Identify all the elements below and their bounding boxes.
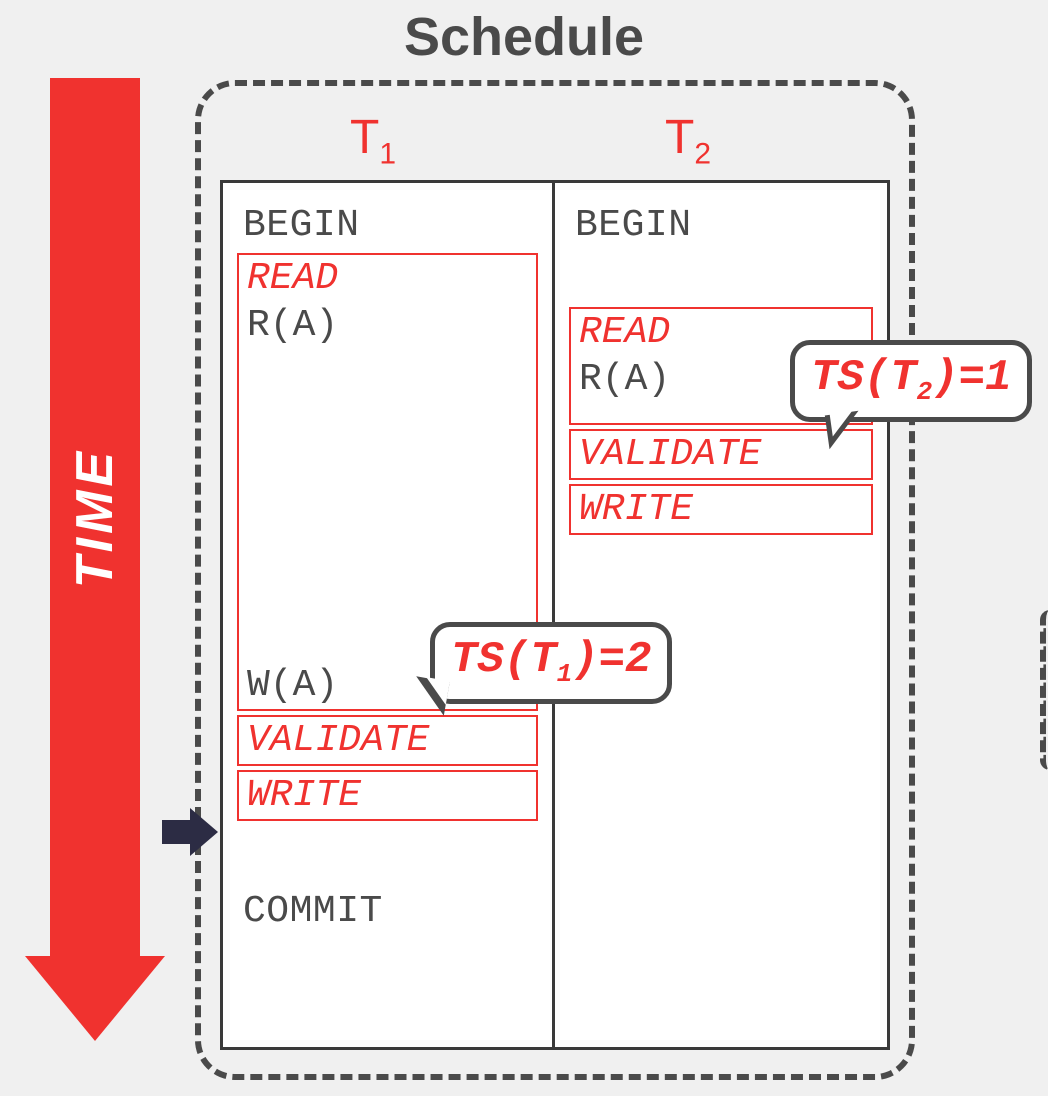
t1-write-phase: WRITE xyxy=(237,770,538,821)
t1-validate-phase: VALIDATE xyxy=(237,715,538,766)
current-step-arrow-icon xyxy=(162,810,222,854)
t2-write-phase: WRITE xyxy=(569,484,873,535)
callout-ts-t2: TS(T2)=1 xyxy=(790,340,1032,422)
t1-gap xyxy=(237,825,538,883)
t1-begin: BEGIN xyxy=(237,199,538,251)
t1-commit: COMMIT xyxy=(237,885,538,937)
schedule-column-t1: BEGIN READ R(A) W(A) VALIDATE WRITE COMM… xyxy=(223,183,555,1047)
callout-ts-t2-sub: 2 xyxy=(917,377,933,407)
time-label: TIME xyxy=(65,448,125,588)
column-header-t1-name: T xyxy=(350,111,379,164)
callout-tail-icon xyxy=(422,677,450,705)
time-arrow: TIME xyxy=(30,78,160,1038)
callout-ts-t2-suffix: )=1 xyxy=(932,353,1011,403)
column-header-t2-sub: 2 xyxy=(694,138,711,171)
callout-ts-t1-suffix: )=2 xyxy=(572,635,651,685)
callout-ts-t1-prefix: TS(T xyxy=(451,635,557,685)
callout-ts-t2-prefix: TS(T xyxy=(811,353,917,403)
column-header-t1: T1 xyxy=(350,110,396,172)
callout-ts-t1-sub: 1 xyxy=(557,659,573,689)
schedule-table: BEGIN READ R(A) W(A) VALIDATE WRITE COMM… xyxy=(220,180,890,1050)
t2-begin: BEGIN xyxy=(569,199,873,251)
callout-tail-icon xyxy=(829,409,856,436)
column-header-t2-name: T xyxy=(665,111,694,164)
schedule-column-t2: BEGIN READ R(A) VALIDATE WRITE xyxy=(555,183,887,1047)
callout-ts-t1: TS(T1)=2 xyxy=(430,622,672,704)
column-header-t1-sub: 1 xyxy=(379,138,396,171)
schedule-title: Schedule xyxy=(404,6,644,68)
t1-read-label: READ xyxy=(247,257,528,300)
time-arrow-head-icon xyxy=(25,956,165,1041)
time-arrow-shaft: TIME xyxy=(50,78,140,958)
column-header-t2: T2 xyxy=(665,110,711,172)
t1-read-op: R(A) xyxy=(247,304,528,347)
right-edge-fragment xyxy=(1040,610,1048,770)
t2-gap1 xyxy=(569,253,873,305)
